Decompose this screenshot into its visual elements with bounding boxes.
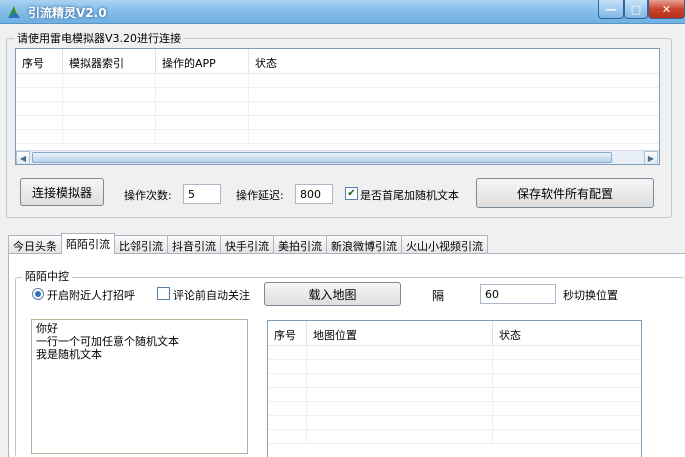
table-row [16, 130, 659, 144]
table-row [268, 346, 641, 360]
platform-tabs: 今日头条 陌陌引流 比邻引流 抖音引流 快手引流 美拍引流 新浪微博引流 火山小… [8, 233, 488, 254]
minimize-button[interactable]: — [598, 0, 624, 19]
column-header-index[interactable]: 序号 [268, 321, 307, 345]
scrollbar-thumb[interactable] [32, 152, 612, 163]
table-row [268, 360, 641, 374]
interval-seconds-input[interactable]: 60 [480, 284, 556, 304]
column-header-index[interactable]: 序号 [16, 49, 63, 73]
map-table-header: 序号 地图位置 状态 [268, 321, 641, 346]
tab-meipai[interactable]: 美拍引流 [273, 235, 327, 254]
momo-control-legend: 陌陌中控 [22, 268, 72, 284]
tab-momo[interactable]: 陌陌引流 [61, 233, 115, 254]
op-count-label: 操作次数: [124, 189, 172, 202]
table-row [16, 102, 659, 116]
column-header-map-location[interactable]: 地图位置 [307, 321, 493, 345]
scroll-right-arrow-icon[interactable]: ▶ [644, 151, 658, 164]
op-delay-label: 操作延迟: [236, 189, 284, 202]
close-button[interactable]: ✕ [648, 0, 685, 19]
random-text-checkbox[interactable]: ✔ [345, 187, 358, 200]
tab-bilin[interactable]: 比邻引流 [114, 235, 168, 254]
tab-kuaishou[interactable]: 快手引流 [220, 235, 274, 254]
connection-group-legend: 请使用雷电模拟器V3.20进行连接 [14, 30, 185, 46]
op-count-input[interactable]: 5 [183, 184, 221, 204]
tab-huoshan[interactable]: 火山小视频引流 [401, 235, 488, 254]
auto-follow-checkbox[interactable] [157, 287, 170, 300]
tab-toutiao[interactable]: 今日头条 [8, 235, 62, 254]
tab-douyin[interactable]: 抖音引流 [167, 235, 221, 254]
tab-weibo[interactable]: 新浪微博引流 [326, 235, 402, 254]
column-header-status[interactable]: 状态 [249, 49, 659, 73]
column-header-status[interactable]: 状态 [493, 321, 641, 345]
table-row [16, 116, 659, 130]
greet-nearby-label: 开启附近人打招呼 [47, 289, 135, 302]
table-row [268, 430, 641, 444]
random-text-checkbox-label: 是否首尾加随机文本 [360, 189, 459, 202]
maximize-button[interactable]: □ [624, 0, 648, 19]
table-row [268, 388, 641, 402]
greet-nearby-radio[interactable] [32, 288, 44, 300]
save-config-button[interactable]: 保存软件所有配置 [476, 178, 654, 208]
emulator-table-header: 序号 模拟器索引 操作的APP 状态 [16, 49, 659, 74]
auto-follow-label: 评论前自动关注 [173, 289, 250, 302]
radio-selected-dot [35, 291, 41, 297]
random-text-textarea[interactable]: 你好 一行一个可加任意个随机文本 我是随机文本 [31, 319, 248, 454]
table-row [16, 88, 659, 102]
scroll-left-arrow-icon[interactable]: ◀ [16, 151, 30, 164]
app-logo-icon [8, 6, 20, 18]
column-header-emulator-index[interactable]: 模拟器索引 [63, 49, 156, 73]
emulator-table[interactable]: 序号 模拟器索引 操作的APP 状态 ◀ ▶ [15, 48, 660, 165]
table-row [16, 74, 659, 88]
map-location-table[interactable]: 序号 地图位置 状态 [267, 320, 642, 457]
title-bar[interactable]: 引流精灵V2.0 — □ ✕ [0, 0, 685, 24]
load-map-button[interactable]: 载入地图 [264, 282, 401, 306]
table-row [268, 416, 641, 430]
interval-suffix-label: 秒切换位置 [563, 289, 618, 302]
text-line: 一行一个可加任意个随机文本 [36, 335, 179, 348]
window-title: 引流精灵V2.0 [28, 6, 107, 20]
column-header-app[interactable]: 操作的APP [156, 49, 249, 73]
table-row [268, 374, 641, 388]
table-row [268, 402, 641, 416]
connect-emulator-button[interactable]: 连接模拟器 [20, 178, 104, 206]
interval-label: 隔 [432, 289, 445, 303]
text-line: 你好 [36, 322, 58, 335]
op-delay-input[interactable]: 800 [295, 184, 333, 204]
horizontal-scrollbar[interactable]: ◀ ▶ [16, 150, 659, 164]
text-line: 我是随机文本 [36, 348, 102, 361]
